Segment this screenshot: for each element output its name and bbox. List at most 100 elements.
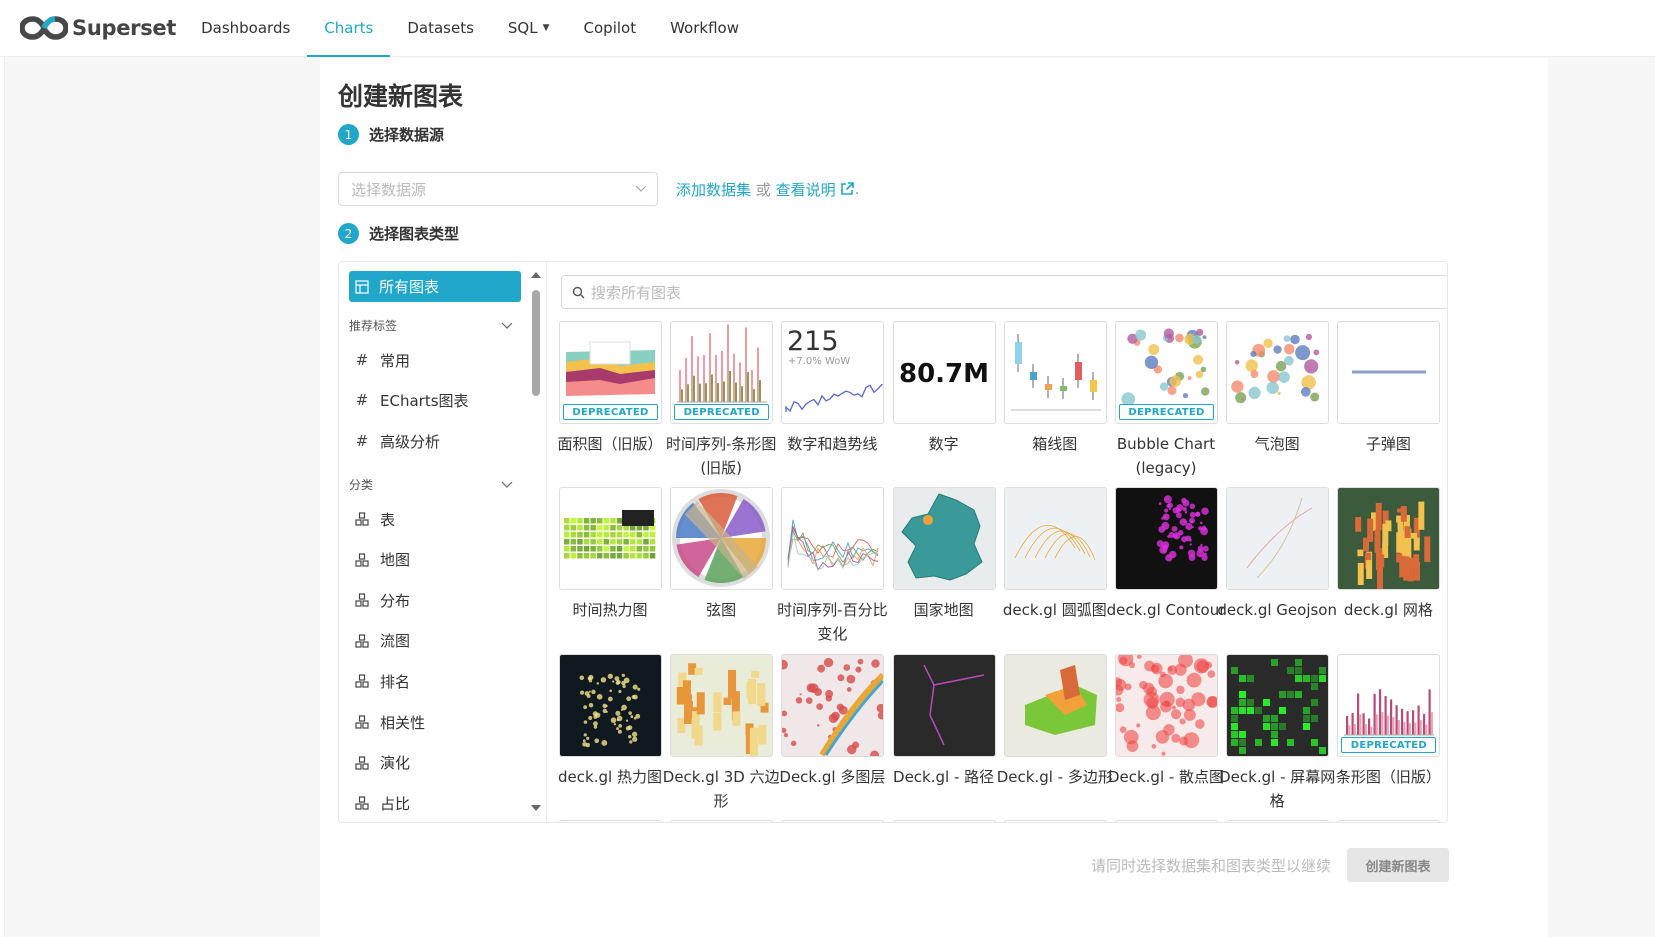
chart-thumbnail[interactable] xyxy=(781,487,885,590)
chart-type-tile-partial[interactable] xyxy=(1226,820,1330,822)
chart-thumbnail[interactable] xyxy=(1337,487,1441,590)
chart-type-tile[interactable]: deck.gl Contour xyxy=(1107,487,1225,622)
category-item[interactable]: 分布 xyxy=(355,588,410,612)
chart-type-tile-partial[interactable] xyxy=(892,820,996,822)
chart-thumbnail[interactable] xyxy=(670,654,774,757)
chart-type-tile[interactable]: deck.gl 网格 xyxy=(1337,487,1441,622)
add-dataset-link[interactable]: 添加数据集 xyxy=(676,179,751,200)
category-item[interactable]: 相关性 xyxy=(355,710,425,734)
chart-type-tile-partial[interactable] xyxy=(1003,820,1107,822)
chart-thumbnail[interactable] xyxy=(559,654,662,757)
chart-thumbnail[interactable] xyxy=(781,820,885,822)
chart-thumbnail[interactable] xyxy=(892,820,996,822)
category-scrollbar[interactable] xyxy=(530,270,542,815)
chart-type-tile[interactable]: 时间热力图 xyxy=(559,487,662,622)
chart-type-tile[interactable]: 箱线图 xyxy=(1003,321,1107,456)
chart-type-tile[interactable]: 气泡图 xyxy=(1226,321,1330,456)
chart-thumbnail[interactable] xyxy=(1337,820,1441,822)
category-item[interactable]: 表 xyxy=(355,507,395,531)
chart-thumbnail[interactable] xyxy=(559,487,662,590)
chart-type-tile[interactable]: 时间序列-百分比变化 xyxy=(777,487,888,646)
chart-type-tile[interactable]: 215 +7.0% WoW 数字和趋势线 xyxy=(781,321,885,456)
scroll-up-icon[interactable] xyxy=(531,272,541,278)
chart-type-tile[interactable]: DEPRECATED 条形图（旧版） xyxy=(1336,654,1441,789)
chart-thumbnail[interactable] xyxy=(892,654,996,757)
nav-sql[interactable]: SQL ▼ xyxy=(491,0,567,57)
create-chart-button[interactable]: 创建新图表 xyxy=(1347,848,1449,882)
tag-echarts[interactable]: # ECharts图表 xyxy=(355,388,469,412)
chart-thumbnail[interactable] xyxy=(1226,487,1330,590)
chart-thumbnail[interactable] xyxy=(1003,654,1107,757)
chart-type-tile[interactable]: 80.7M 数字 xyxy=(892,321,996,456)
brand[interactable]: Superset xyxy=(20,0,176,57)
chart-thumbnail[interactable] xyxy=(1003,820,1107,822)
chart-thumbnail[interactable] xyxy=(1003,487,1107,590)
chart-type-tile-partial[interactable] xyxy=(1337,820,1441,822)
chart-thumbnail[interactable] xyxy=(892,487,996,590)
datasource-select[interactable]: 选择数据源 xyxy=(338,172,658,206)
chart-thumbnail[interactable]: DEPRECATED xyxy=(1115,321,1218,424)
hashtag-icon: # xyxy=(355,351,369,369)
chart-type-tile[interactable]: 子弹图 xyxy=(1337,321,1441,456)
nav-datasets[interactable]: Datasets xyxy=(390,0,491,57)
chart-type-tile[interactable]: deck.gl 圆弧图 xyxy=(1003,487,1107,622)
tag-advanced[interactable]: # 高级分析 xyxy=(355,429,440,453)
chart-type-tile[interactable]: DEPRECATED 时间序列-条形图(旧版) xyxy=(666,321,776,480)
chart-type-tile-partial[interactable] xyxy=(781,820,885,822)
chart-type-tile[interactable]: Deck.gl - 屏幕网格 xyxy=(1219,654,1335,813)
chart-thumbnail[interactable]: DEPRECATED xyxy=(1337,654,1441,757)
chart-thumbnail[interactable] xyxy=(1226,820,1330,822)
chart-search-input[interactable]: 搜索所有图表 xyxy=(561,275,1447,309)
all-charts-item[interactable]: 所有图表 xyxy=(349,271,521,302)
nav-dashboards[interactable]: Dashboards xyxy=(184,0,307,57)
scroll-thumb[interactable] xyxy=(532,290,540,396)
chart-type-tile[interactable]: Deck.gl 多图层 xyxy=(779,654,885,789)
chart-type-tile[interactable]: deck.gl 热力图 xyxy=(558,654,662,789)
category-header[interactable]: 分类 xyxy=(349,474,521,494)
scroll-down-icon[interactable] xyxy=(531,805,541,811)
chart-type-tile[interactable]: 弦图 xyxy=(670,487,774,622)
chart-thumbnail[interactable] xyxy=(670,820,774,822)
chart-thumbnail[interactable]: 80.7M xyxy=(892,321,996,424)
tag-popular[interactable]: # 常用 xyxy=(355,348,410,372)
view-docs-link[interactable]: 查看说明 xyxy=(776,179,836,200)
chart-thumbnail[interactable] xyxy=(1115,487,1218,590)
chart-thumbnail[interactable] xyxy=(1226,654,1330,757)
chart-type-tile[interactable]: Deck.gl - 路径 xyxy=(892,654,996,789)
chart-type-tile[interactable]: DEPRECATED 面积图（旧版） xyxy=(557,321,663,456)
chart-type-tile-partial[interactable] xyxy=(1115,820,1218,822)
category-item[interactable]: 排名 xyxy=(355,669,410,693)
category-item[interactable]: 地图 xyxy=(355,548,410,572)
chart-thumbnail[interactable] xyxy=(1226,321,1330,424)
chart-thumbnail[interactable]: DEPRECATED xyxy=(670,321,774,424)
nav-charts[interactable]: Charts xyxy=(307,0,391,57)
chart-thumbnail[interactable] xyxy=(1003,321,1107,424)
external-link-icon[interactable] xyxy=(839,181,855,197)
chart-thumbnail-image xyxy=(671,655,773,756)
nav-copilot[interactable]: Copilot xyxy=(567,0,654,57)
category-item[interactable]: 流图 xyxy=(355,629,410,653)
datasource-placeholder: 选择数据源 xyxy=(351,180,427,199)
category-item[interactable]: 演化 xyxy=(355,751,410,775)
chart-type-tile-partial[interactable] xyxy=(670,820,774,822)
nav-workflow[interactable]: Workflow xyxy=(653,0,756,57)
chart-thumbnail[interactable] xyxy=(1115,654,1218,757)
chart-type-tile[interactable]: Deck.gl - 多边形 xyxy=(997,654,1113,789)
chart-type-tile-partial[interactable] xyxy=(559,820,662,822)
chart-thumbnail[interactable] xyxy=(1115,820,1218,822)
chart-thumbnail[interactable]: 215 +7.0% WoW xyxy=(781,321,885,424)
chart-type-tile[interactable]: deck.gl Geojson xyxy=(1217,487,1337,622)
chart-type-tile[interactable]: Deck.gl 3D 六边形 xyxy=(663,654,780,813)
chart-thumbnail[interactable] xyxy=(559,820,662,822)
period-text: . xyxy=(854,180,860,198)
chart-thumbnail[interactable] xyxy=(670,487,774,590)
chart-type-tile[interactable]: Deck.gl - 散点图 xyxy=(1108,654,1224,789)
chart-type-tile[interactable]: 国家地图 xyxy=(892,487,996,622)
category-item[interactable]: 占比 xyxy=(355,791,410,815)
nav-datasets-label: Datasets xyxy=(407,19,474,37)
recommended-header[interactable]: 推荐标签 xyxy=(349,315,521,335)
chart-type-tile[interactable]: DEPRECATED Bubble Chart (legacy) xyxy=(1115,321,1218,480)
chart-thumbnail[interactable] xyxy=(781,654,885,757)
chart-thumbnail[interactable] xyxy=(1337,321,1441,424)
chart-thumbnail[interactable]: DEPRECATED xyxy=(559,321,662,424)
